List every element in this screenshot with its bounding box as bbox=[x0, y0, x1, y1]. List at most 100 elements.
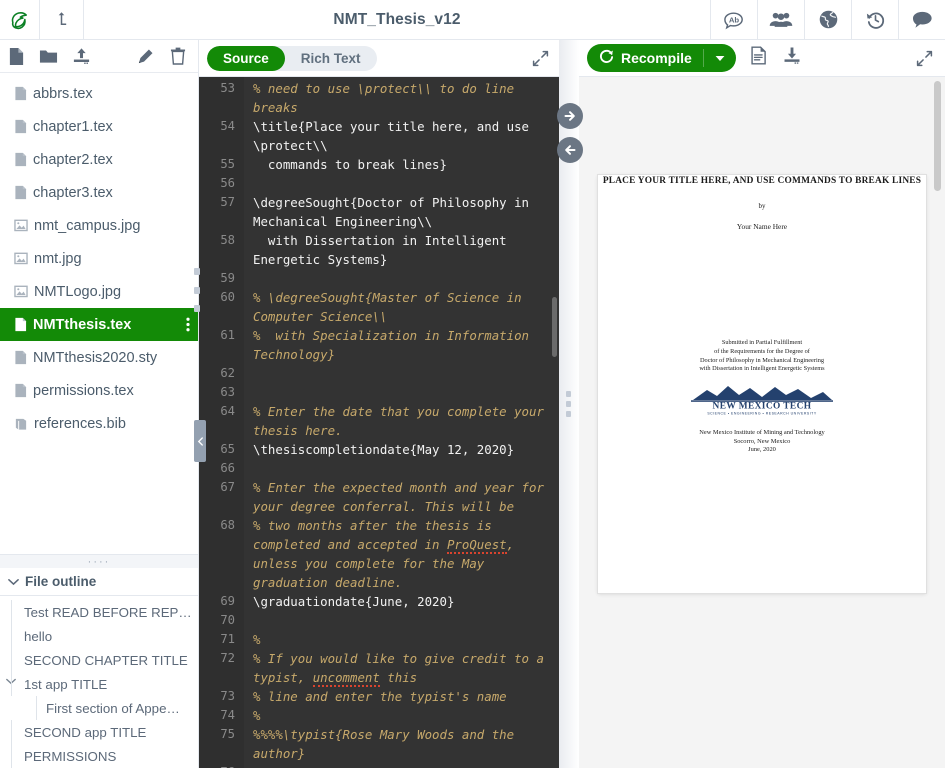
file-item[interactable]: NMTthesis2020.sty bbox=[0, 341, 198, 374]
rename-pencil-icon[interactable] bbox=[137, 48, 154, 65]
code-line-text: \thesiscompletiondate{May 12, 2020} bbox=[253, 442, 515, 457]
code-line: 67 % Enter the expected month and year fo… bbox=[199, 478, 559, 516]
outline-item[interactable]: First section of Appe… bbox=[0, 696, 198, 720]
recompile-refresh-icon bbox=[599, 49, 614, 67]
file-item-label: NMTLogo.jpg bbox=[34, 283, 122, 300]
outline-item-label: SECOND app TITLE bbox=[24, 724, 147, 740]
file-item-label: nmt.jpg bbox=[34, 250, 82, 267]
file-item[interactable]: nmt.jpg bbox=[0, 242, 198, 275]
file-item-label: permissions.tex bbox=[33, 382, 134, 399]
chat-icon[interactable] bbox=[898, 0, 945, 39]
code-line: 62 bbox=[199, 364, 559, 383]
outline-item[interactable]: 1st app TITLE bbox=[0, 672, 198, 696]
code-line-text: % with Specialization in Information Tec… bbox=[253, 328, 537, 362]
spellcheck-icon[interactable]: Ab bbox=[710, 0, 757, 39]
globe-icon[interactable] bbox=[804, 0, 851, 39]
code-editor-text-area[interactable]: 53 % need to use \protect\\ to do line br… bbox=[199, 77, 559, 768]
code-line: 76 bbox=[199, 763, 559, 768]
pdf-scroll-container[interactable]: PLACE YOUR TITLE HERE, AND USE COMMANDS … bbox=[579, 77, 945, 768]
arrow-left-circle-icon[interactable] bbox=[557, 137, 583, 163]
outline-item[interactable]: SECOND app TITLE bbox=[0, 720, 198, 744]
code-line-number: 64 bbox=[220, 404, 235, 418]
collapse-file-pane-button[interactable] bbox=[194, 420, 206, 462]
outline-item-label: 1st app TITLE bbox=[24, 676, 108, 692]
file-pane-resize-handle[interactable] bbox=[194, 268, 200, 312]
code-line-text: % line and enter the typist's name bbox=[253, 689, 507, 704]
file-item-selected[interactable]: NMTthesis.tex bbox=[0, 308, 198, 341]
download-pdf-icon[interactable] bbox=[783, 46, 801, 70]
code-line-text bbox=[244, 174, 559, 193]
file-item[interactable]: chapter3.tex bbox=[0, 176, 198, 209]
expand-editor-icon[interactable] bbox=[532, 50, 549, 67]
code-line-number: 53 bbox=[220, 81, 235, 95]
tab-rich-text[interactable]: Rich Text bbox=[285, 46, 377, 71]
tab-source[interactable]: Source bbox=[207, 45, 285, 71]
file-tree-pane: abbrs.tex chapter1.tex chapter2.tex chapter… bbox=[0, 40, 206, 768]
svg-text:SCIENCE • ENGINEERING • RESEAR: SCIENCE • ENGINEERING • RESEARCH UNIVERS… bbox=[707, 412, 816, 416]
file-outline-header[interactable]: File outline bbox=[0, 568, 198, 596]
outline-guide-line bbox=[11, 648, 12, 672]
code-line-number: 75 bbox=[220, 727, 235, 741]
outline-item[interactable]: PERMISSIONS bbox=[0, 744, 198, 768]
file-item[interactable]: abbrs.tex bbox=[0, 77, 198, 110]
source-richtext-toggle[interactable]: Source Rich Text bbox=[207, 45, 377, 71]
editor-scrollbar[interactable] bbox=[552, 297, 557, 357]
code-line: 61 % with Specialization in Information T… bbox=[199, 326, 559, 364]
expand-pdf-icon[interactable] bbox=[916, 50, 933, 67]
editor-pdf-splitter[interactable] bbox=[557, 40, 583, 768]
code-line-number: 69 bbox=[220, 594, 235, 608]
code-line-number: 67 bbox=[220, 480, 235, 494]
upload-icon[interactable] bbox=[72, 47, 91, 66]
main-body: abbrs.tex chapter1.tex chapter2.tex chapter… bbox=[0, 40, 945, 768]
compile-logs-icon[interactable] bbox=[750, 46, 767, 70]
pdf-submitted-block: Submitted in Partial Fulfillment of the R… bbox=[699, 339, 825, 373]
recompile-dropdown-caret[interactable] bbox=[704, 44, 736, 72]
arrow-right-circle-icon[interactable] bbox=[557, 103, 583, 129]
splitter-grip[interactable] bbox=[566, 391, 571, 417]
code-line: 60 % \degreeSought{Master of Science in C… bbox=[199, 288, 559, 326]
outline-item[interactable]: hello bbox=[0, 624, 198, 648]
file-item[interactable]: nmt_campus.jpg bbox=[0, 209, 198, 242]
top-header-bar: NMT_Thesis_v12 Ab bbox=[0, 0, 945, 40]
code-line: 72 % If you would like to give credit to … bbox=[199, 649, 559, 687]
file-item[interactable]: chapter1.tex bbox=[0, 110, 198, 143]
back-to-projects-button[interactable] bbox=[40, 0, 84, 39]
page-title: NMT_Thesis_v12 bbox=[333, 10, 461, 28]
code-line: 54 \title{Place your title here, and use … bbox=[199, 117, 559, 155]
share-users-icon[interactable] bbox=[757, 0, 804, 39]
pdf-author: Your Name Here bbox=[736, 222, 788, 231]
outline-resize-handle[interactable]: ···· bbox=[0, 554, 198, 568]
outline-item[interactable]: SECOND CHAPTER TITLE bbox=[0, 648, 198, 672]
history-icon[interactable] bbox=[851, 0, 898, 39]
file-item[interactable]: references.bib bbox=[0, 407, 198, 440]
code-line-number: 57 bbox=[220, 195, 235, 209]
overleaf-leaf-logo[interactable] bbox=[0, 0, 40, 39]
image-file-icon bbox=[14, 219, 28, 232]
recompile-button[interactable]: Recompile bbox=[587, 44, 736, 72]
outline-item[interactable]: Test READ BEFORE REP… bbox=[0, 600, 198, 624]
code-line: 64 % Enter the date that you complete you… bbox=[199, 402, 559, 440]
code-line-number: 56 bbox=[220, 176, 235, 190]
code-line-number: 70 bbox=[220, 613, 235, 627]
code-line-number: 74 bbox=[220, 708, 235, 722]
code-line-text: % If you would like to give credit to a … bbox=[253, 651, 552, 687]
code-line: 56 bbox=[199, 174, 559, 193]
pdf-scrollbar[interactable] bbox=[934, 81, 941, 191]
file-context-menu-icon[interactable] bbox=[186, 317, 190, 332]
code-line: 71% bbox=[199, 630, 559, 649]
new-folder-icon[interactable] bbox=[39, 47, 58, 65]
file-item[interactable]: permissions.tex bbox=[0, 374, 198, 407]
outline-guide-line bbox=[11, 744, 12, 768]
new-file-icon[interactable] bbox=[8, 47, 25, 66]
file-item[interactable]: NMTLogo.jpg bbox=[0, 275, 198, 308]
code-line-text: \graduationdate{June, 2020} bbox=[253, 594, 455, 609]
file-item-label: nmt_campus.jpg bbox=[34, 217, 141, 234]
delete-trash-icon[interactable] bbox=[170, 47, 186, 65]
code-line-text: \degreeSought{Doctor of Philosophy in Me… bbox=[253, 195, 537, 229]
outline-guide-line bbox=[11, 720, 12, 744]
code-line-number: 71 bbox=[220, 632, 235, 646]
file-item[interactable]: chapter2.tex bbox=[0, 143, 198, 176]
chevron-down-icon bbox=[8, 574, 19, 589]
tex-file-icon bbox=[14, 383, 27, 398]
code-line-number: 72 bbox=[220, 651, 235, 665]
